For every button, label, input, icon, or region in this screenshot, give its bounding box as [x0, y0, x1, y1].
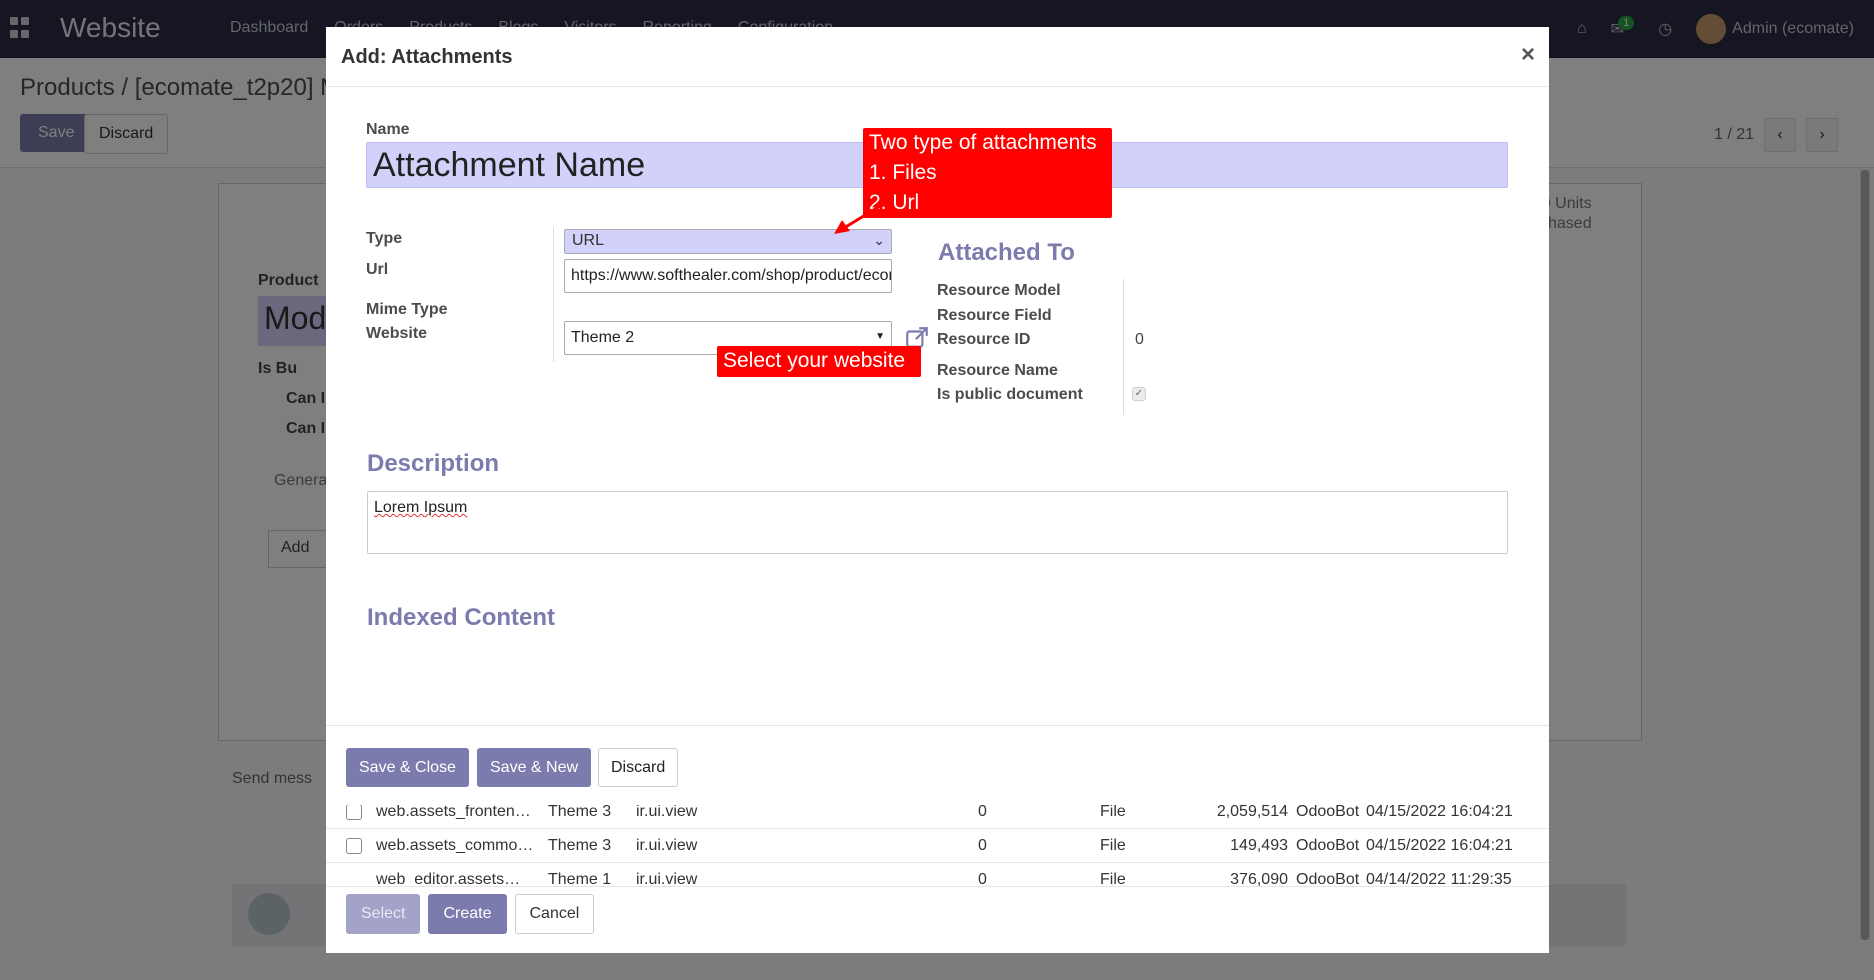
select-attachments-dialog: web.assets_fronten… Theme 3 ir.ui.view 0… — [326, 795, 1549, 953]
save-new-button[interactable]: Save & New — [477, 748, 592, 787]
resource-model-label: Resource Model — [937, 282, 1061, 299]
callout-arrow-icon — [834, 201, 886, 234]
field-separator — [553, 227, 554, 362]
table-row[interactable]: web_editor.assets… Theme 1 ir.ui.view 0 … — [326, 863, 1549, 887]
resource-id-label: Resource ID — [937, 331, 1031, 348]
cell-owner: OdooBot — [1296, 871, 1360, 887]
cell-res-id: 0 — [978, 871, 987, 887]
type-label: Type — [366, 230, 403, 247]
attached-to-title: Attached To — [938, 239, 1075, 266]
cell-website: Theme 3 — [548, 803, 612, 820]
cell-res-id: 0 — [978, 803, 987, 820]
table-row[interactable]: web.assets_commo… Theme 3 ir.ui.view 0 F… — [326, 829, 1549, 863]
cell-model: ir.ui.view — [636, 803, 698, 820]
create-button[interactable]: Create — [428, 894, 507, 934]
name-label: Name — [366, 121, 410, 138]
description-textarea[interactable]: Lorem Ipsum — [367, 491, 1508, 554]
cell-model: ir.ui.view — [636, 837, 698, 854]
cell-owner: OdooBot — [1296, 803, 1360, 820]
dialog-header: Add: Attachments × — [326, 27, 1549, 87]
cell-res-id: 0 — [978, 837, 987, 854]
row-checkbox[interactable] — [346, 838, 362, 854]
row-checkbox[interactable] — [346, 804, 362, 820]
callout-line: 2. Url — [869, 191, 920, 214]
cell-model: ir.ui.view — [636, 871, 698, 887]
type-select-value: URL — [572, 232, 605, 249]
resource-id-value[interactable]: 0 — [1135, 331, 1144, 349]
cancel-button[interactable]: Cancel — [514, 894, 595, 934]
cell-website: Theme 1 — [548, 871, 612, 887]
url-label: Url — [366, 261, 389, 278]
save-close-button[interactable]: Save & Close — [346, 748, 469, 787]
cell-name: web_editor.assets… — [376, 871, 521, 887]
cell-type: File — [1100, 803, 1126, 820]
description-text: Lorem Ipsum — [374, 499, 468, 516]
resource-field-label: Resource Field — [937, 307, 1052, 324]
check-icon[interactable]: ✓ — [1132, 387, 1146, 401]
field-separator — [1123, 279, 1124, 415]
callout-line: 1. Files — [869, 161, 937, 184]
cell-size: 2,059,514 — [1216, 803, 1288, 820]
caret-down-icon: ▼ — [875, 331, 885, 342]
website-select-value: Theme 2 — [571, 329, 635, 346]
cell-date: 04/14/2022 11:29:35 — [1366, 871, 1512, 887]
cell-name: web.assets_fronten… — [376, 803, 531, 820]
cell-website: Theme 3 — [548, 837, 612, 854]
description-title: Description — [367, 450, 500, 477]
attachments-table: web.assets_fronten… Theme 3 ir.ui.view 0… — [326, 795, 1549, 887]
callout-line: Two type of attachments — [869, 131, 1097, 154]
indexed-content-title: Indexed Content — [367, 604, 556, 631]
mime-type-label: Mime Type — [366, 301, 448, 318]
close-icon[interactable]: × — [1521, 41, 1535, 69]
cell-owner: OdooBot — [1296, 837, 1360, 854]
cell-type: File — [1100, 871, 1126, 887]
cell-size: 376,090 — [1230, 871, 1288, 887]
is-public-label: Is public document — [937, 386, 1083, 403]
dialog-title: Add: Attachments — [341, 46, 513, 68]
cell-name: web.assets_commo… — [376, 837, 534, 854]
cell-size: 149,493 — [1230, 837, 1288, 854]
discard-button[interactable]: Discard — [598, 748, 679, 787]
attachment-types-callout: Two type of attachments 1. Files 2. Url — [863, 128, 1112, 218]
select-button[interactable]: Select — [346, 894, 421, 934]
resource-name-label: Resource Name — [937, 362, 1058, 379]
select-website-callout: Select your website — [717, 346, 921, 377]
url-input[interactable]: https://www.softhealer.com/shop/product/… — [564, 259, 892, 293]
cell-date: 04/15/2022 16:04:21 — [1366, 837, 1513, 854]
cell-date: 04/15/2022 16:04:21 — [1366, 803, 1513, 820]
cell-type: File — [1100, 837, 1126, 854]
website-label: Website — [366, 325, 428, 342]
dialog-footer: Save & Close Save & New Discard — [326, 725, 1549, 805]
select-dialog-footer: Select Create Cancel — [346, 894, 595, 934]
